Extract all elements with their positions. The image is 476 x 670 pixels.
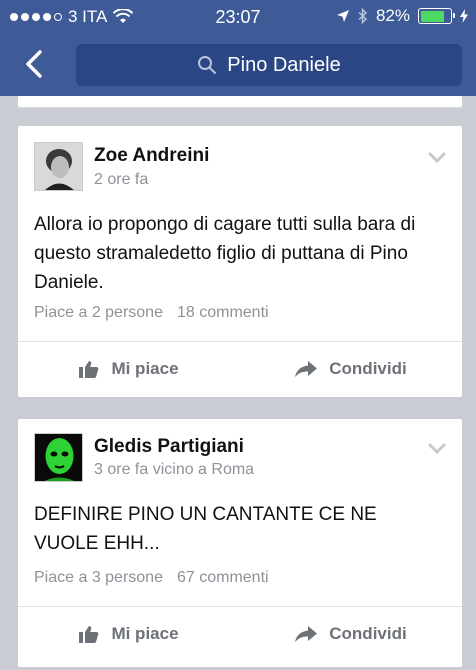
post-text: DEFINIRE PINO UN CANTANTE CE NE VUOLE EH… [34, 504, 377, 554]
share-arrow-icon [295, 361, 318, 377]
status-right: 82% [336, 6, 468, 26]
post-card: Gledis Partigiani 3 ore fa vicino a Roma… [18, 419, 462, 667]
post-stats: Piace a 2 persone 18 commenti [34, 304, 269, 322]
back-button[interactable] [18, 46, 52, 82]
post-stats: Piace a 3 persone 67 commenti [34, 569, 269, 587]
comments-count[interactable]: 67 commenti [177, 569, 269, 587]
thumbs-up-icon [79, 626, 99, 643]
battery-percentage: 82% [375, 6, 410, 25]
likes-count[interactable]: Piace a 3 persone [34, 569, 163, 587]
like-label: Mi piace [111, 359, 179, 378]
battery-fill [420, 10, 445, 22]
chevron-down-icon[interactable] [428, 152, 446, 164]
share-arrow-icon [295, 626, 318, 642]
share-button[interactable]: Condividi [240, 606, 462, 662]
post-card: Zoe Andreini 2 ore fa Allora io propongo… [18, 126, 462, 397]
post-timestamp[interactable]: 2 ore fa [94, 171, 148, 189]
post-timestamp[interactable]: 3 ore fa vicino a Roma [94, 461, 254, 479]
post-actions: Mi piace Condividi [18, 606, 462, 662]
location-arrow-icon [336, 10, 349, 22]
bluetooth-icon [358, 8, 368, 24]
like-button[interactable]: Mi piace [18, 341, 240, 397]
share-button[interactable]: Condividi [240, 341, 462, 397]
chevron-left-icon [26, 50, 42, 78]
like-button[interactable]: Mi piace [18, 606, 240, 662]
comments-count[interactable]: 18 commenti [177, 304, 269, 322]
status-bar: 3 ITA 23:07 82% [0, 0, 476, 34]
share-label: Condividi [329, 359, 407, 378]
search-query: Pino Daniele [227, 53, 341, 76]
author-name[interactable]: Zoe Andreini [94, 145, 209, 167]
thumbs-up-icon [79, 361, 99, 378]
author-name[interactable]: Gledis Partigiani [94, 436, 244, 458]
battery-icon [418, 8, 455, 24]
likes-count[interactable]: Piace a 2 persone [34, 304, 163, 322]
charging-bolt-icon [460, 9, 468, 23]
search-icon [198, 56, 217, 74]
previous-post-card [18, 96, 462, 108]
search-field[interactable]: Pino Daniele [76, 44, 462, 86]
avatar[interactable] [34, 433, 83, 482]
post-text: Allora io propongo di cagare tutti sulla… [34, 214, 416, 293]
navigation-bar: Pino Daniele [0, 34, 476, 94]
post-actions: Mi piace Condividi [18, 341, 462, 397]
share-label: Condividi [329, 624, 407, 643]
chevron-down-icon[interactable] [428, 443, 446, 455]
top-bar: 3 ITA 23:07 82% Pino Daniele [0, 0, 476, 96]
avatar[interactable] [34, 142, 83, 191]
like-label: Mi piace [111, 624, 179, 643]
